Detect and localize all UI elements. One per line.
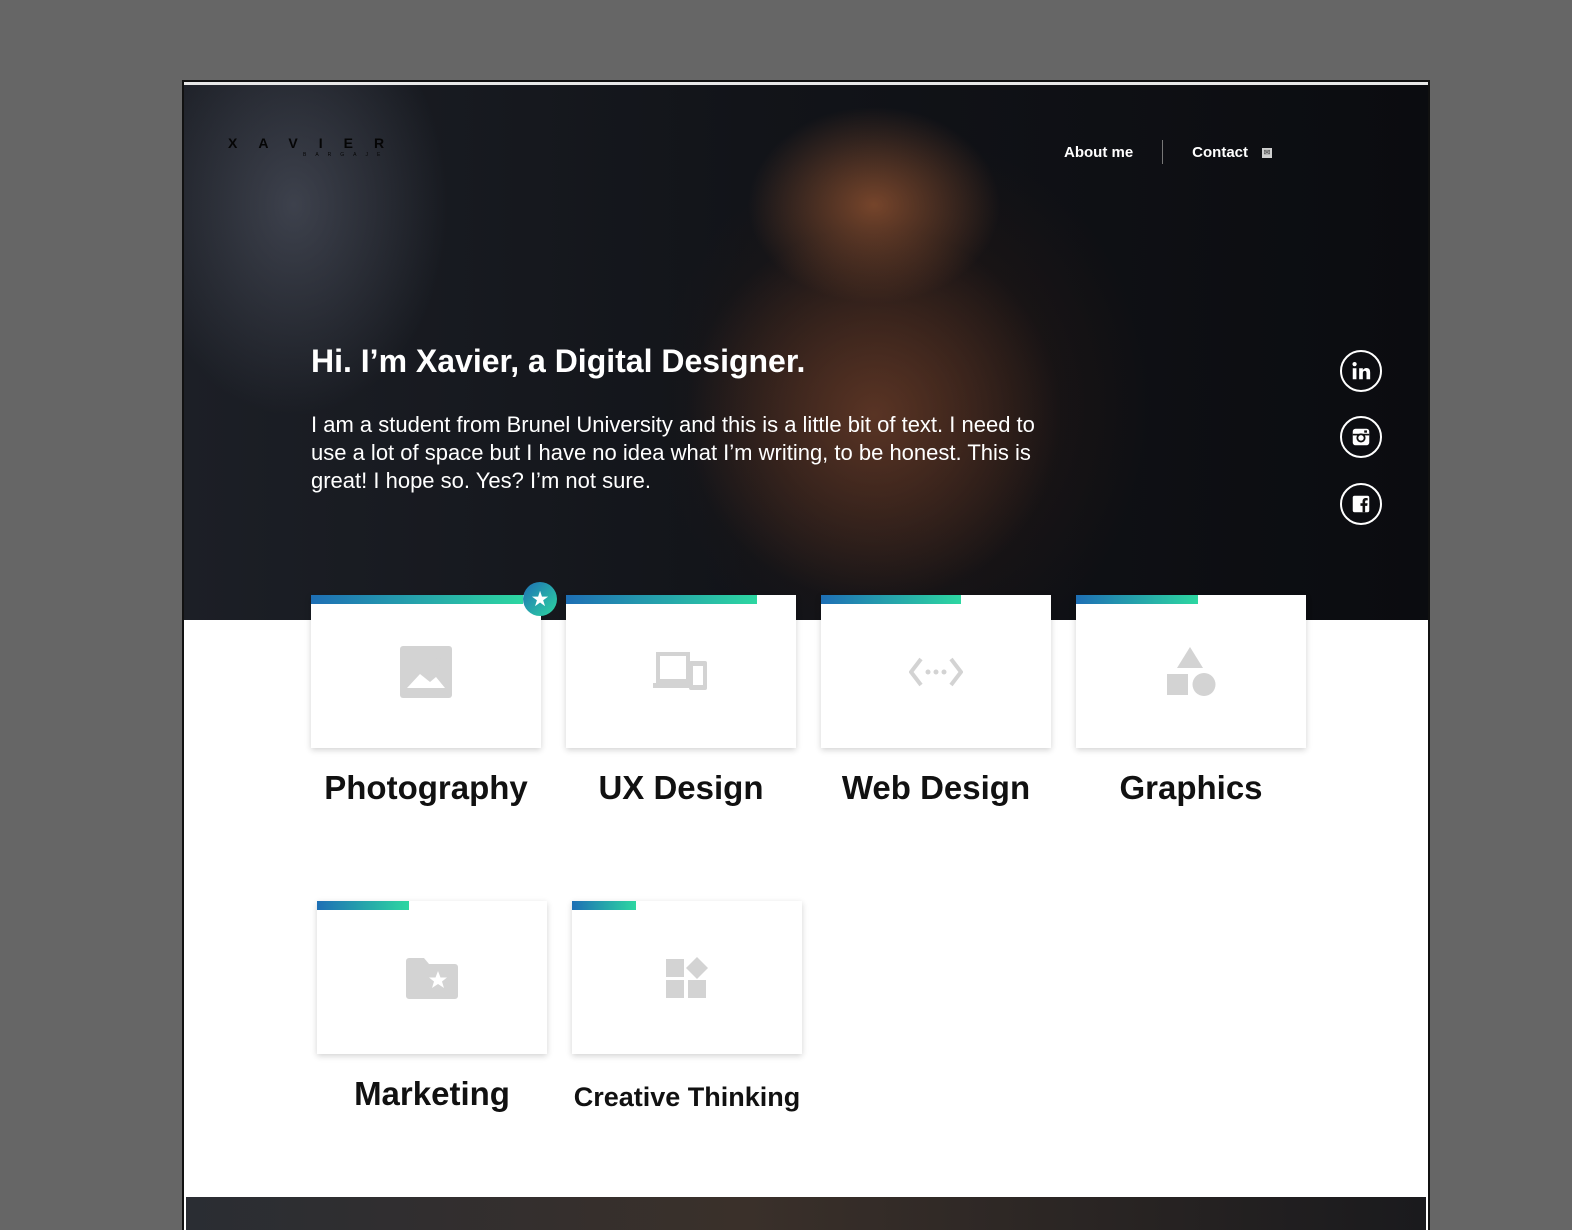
skill-card: [317, 901, 547, 1054]
hero-headline: Hi. I’m Xavier, a Digital Designer.: [311, 343, 806, 379]
skill-card: [1076, 595, 1306, 748]
skill-progress-bar: [821, 595, 962, 604]
folder-star-icon: [406, 957, 458, 999]
skill-label: Photography: [324, 769, 528, 806]
mail-icon: ✉: [1262, 147, 1273, 158]
devices-icon: [653, 651, 707, 690]
skill-label: Creative Thinking: [573, 1082, 801, 1112]
skill-card: ★: [311, 582, 557, 748]
skill-graphics[interactable]: Graphics: [1076, 595, 1306, 807]
skill-marketing[interactable]: Marketing: [317, 901, 547, 1113]
nav-contact-label: Contact: [1192, 143, 1249, 161]
star-badge-icon: ★: [523, 582, 557, 616]
skill-label: Marketing: [354, 1075, 510, 1112]
skill-photography[interactable]: ★ Photography: [311, 582, 557, 807]
facebook-icon: [1352, 495, 1370, 513]
logo-tagline: BARGAJE: [303, 152, 390, 158]
skill-progress-bar: [317, 901, 409, 910]
logo[interactable]: XAVIER BARGAJE: [228, 135, 405, 158]
skill-card: [572, 901, 802, 1054]
skill-creative-thinking[interactable]: Creative Thinking: [572, 901, 802, 1113]
linkedin-icon: [1352, 362, 1371, 380]
nav-contact[interactable]: Contact ✉: [1192, 143, 1273, 161]
instagram-link[interactable]: [1340, 416, 1382, 458]
nav-divider: [1162, 140, 1164, 164]
skill-label: Graphics: [1119, 769, 1263, 806]
hero-intro: I am a student from Brunel University an…: [311, 412, 1035, 493]
facebook-link[interactable]: [1340, 483, 1382, 525]
nav-about[interactable]: About me: [1064, 144, 1133, 161]
skill-progress-bar: [311, 595, 523, 604]
logo-name: XAVIER: [228, 135, 406, 151]
linkedin-link[interactable]: [1340, 350, 1382, 392]
instagram-icon: [1352, 428, 1370, 446]
skill-label: UX Design: [598, 769, 764, 806]
skill-web-design[interactable]: Web Design: [821, 595, 1051, 807]
top-nav: About me Contact ✉: [1064, 140, 1273, 164]
skill-progress-bar: [572, 901, 637, 910]
hero-section: XAVIER BARGAJE About me Contact ✉ Hi. I’m…: [184, 82, 1428, 620]
skill-label: Web Design: [841, 769, 1031, 806]
image-icon: [400, 645, 452, 698]
skill-progress-bar: [1076, 595, 1198, 604]
skill-card: [566, 595, 796, 748]
shapes-icon: [1167, 646, 1216, 696]
widgets-icon: [666, 956, 708, 998]
next-section-preview: [186, 1197, 1426, 1230]
skill-ux-design[interactable]: UX Design: [566, 595, 796, 807]
skill-card: [821, 595, 1051, 748]
skill-progress-bar: [566, 595, 757, 604]
code-icon: [909, 657, 963, 686]
